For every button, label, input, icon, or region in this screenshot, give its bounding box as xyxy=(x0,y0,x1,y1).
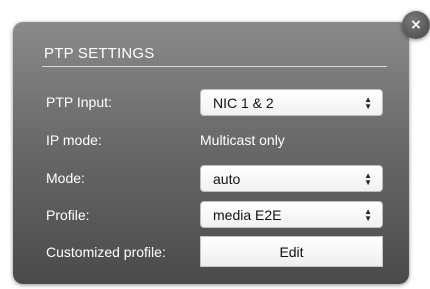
ip-mode-value: Multicast only xyxy=(200,132,285,148)
up-down-chevron-icon: ▲ ▼ xyxy=(364,94,372,111)
dialog-title: PTP SETTINGS xyxy=(44,45,155,62)
mode-value: auto xyxy=(213,170,241,187)
profile-select[interactable]: media E2E ▲ ▼ xyxy=(200,201,383,228)
close-button[interactable]: × xyxy=(402,11,430,39)
up-down-chevron-icon: ▲ ▼ xyxy=(364,206,372,223)
ptp-input-label: PTP Input: xyxy=(46,94,112,110)
edit-button[interactable]: Edit xyxy=(200,236,383,267)
customized-profile-label: Customized profile: xyxy=(46,244,166,260)
close-icon: × xyxy=(410,17,422,33)
mode-label: Mode: xyxy=(46,170,85,186)
ptp-input-select[interactable]: NIC 1 & 2 ▲ ▼ xyxy=(200,89,383,116)
ip-mode-label: IP mode: xyxy=(46,132,102,148)
mode-select[interactable]: auto ▲ ▼ xyxy=(200,165,383,192)
profile-value: media E2E xyxy=(213,206,282,223)
title-divider xyxy=(42,66,387,67)
up-down-chevron-icon: ▲ ▼ xyxy=(364,170,372,187)
ptp-input-value: NIC 1 & 2 xyxy=(213,94,274,111)
profile-label: Profile: xyxy=(46,207,90,223)
